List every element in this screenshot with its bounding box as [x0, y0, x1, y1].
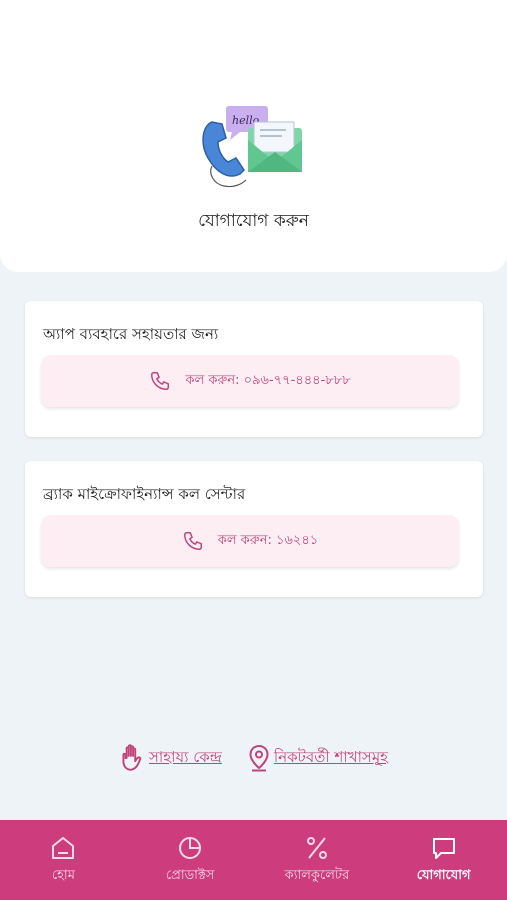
location-pin-icon: [249, 744, 269, 772]
nav-item-products[interactable]: প্রোডাক্টস: [127, 820, 254, 900]
call-center-button[interactable]: কল করুন: ১৬২৪১: [41, 515, 459, 567]
hand-icon: [122, 744, 142, 771]
call-label: কল করুন: ১৬২৪১: [217, 532, 319, 548]
nav-label: হোম: [51, 867, 75, 883]
nearby-branches-link[interactable]: নিকটবর্তী শাখাসমূহ: [248, 744, 388, 772]
nav-item-home[interactable]: হোম: [0, 820, 127, 900]
call-app-support-button[interactable]: কল করুন: ০৯৬-৭৭-৪৪৪-৮৮৮: [41, 355, 459, 407]
bottom-links: সাহায্য কেন্দ্র নিকটবর্তী শাখাসমূহ: [0, 740, 507, 776]
nav-label: যোগাযোগ: [416, 867, 471, 883]
phone-icon: [151, 372, 170, 390]
card-title: ব্র্যাক মাইক্রোফাইন্যান্স কল সেন্টার: [43, 485, 246, 503]
call-center-card: ব্র্যাক মাইক্রোফাইন্যান্স কল সেন্টার কল …: [25, 461, 483, 597]
call-label: কল করুন: ০৯৬-৭৭-৪৪৪-৮৮৮: [185, 372, 351, 388]
page-title: যোগাযোগ করুন: [198, 211, 309, 231]
nav-label: প্রোডাক্টস: [165, 867, 215, 883]
bottom-navigation: হোম প্রোডাক্টস ক্যালকুলেটর যোগাযোগ: [0, 820, 507, 900]
app-support-card: অ্যাপ ব্যবহারে সহায়তার জন্য কল করুন: ০৯…: [25, 301, 483, 437]
help-center-link[interactable]: সাহায্য কেন্দ্র: [119, 743, 222, 773]
percent-icon: [306, 836, 327, 859]
pie-chart-icon: [179, 836, 202, 859]
nav-label: ক্যালকুলেটর: [284, 867, 350, 883]
contact-illustration-icon: hello: [202, 106, 302, 188]
header: hello যোগাযোগ করুন: [0, 0, 507, 272]
card-title: অ্যাপ ব্যবহারে সহায়তার জন্য: [43, 325, 219, 343]
nav-item-contact[interactable]: যোগাযোগ: [380, 820, 507, 900]
help-center-label: সাহায্য কেন্দ্র: [148, 747, 222, 766]
phone-icon: [183, 532, 202, 550]
nav-item-calculator[interactable]: ক্যালকুলেটর: [254, 820, 381, 900]
nearby-branches-label: নিকটবর্তী শাখাসমূহ: [273, 747, 389, 766]
chat-icon: [432, 837, 455, 859]
home-icon: [52, 836, 75, 859]
